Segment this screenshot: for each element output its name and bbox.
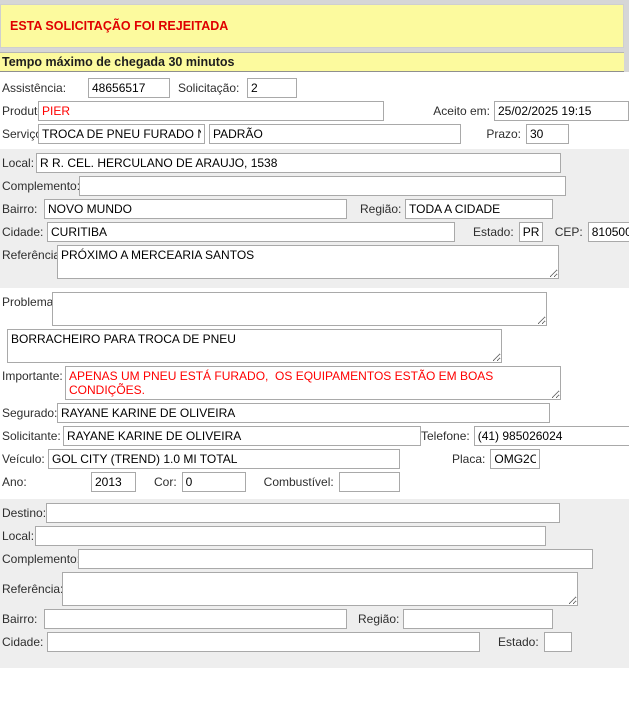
ano-label: Ano: [2, 475, 91, 489]
max-arrival-banner: Tempo máximo de chegada 30 minutos [0, 52, 624, 72]
servico-input[interactable] [38, 124, 205, 144]
combustivel-label: Combustível: [264, 475, 334, 489]
importante-textarea[interactable]: APENAS UM PNEU ESTÁ FURADO, OS EQUIPAMEN… [65, 366, 561, 400]
servico-tipo-input[interactable] [209, 124, 461, 144]
problema-textarea[interactable] [52, 292, 547, 326]
dest-bairro-input[interactable] [44, 609, 347, 629]
origin-estado-input[interactable] [519, 222, 543, 242]
combustivel-input[interactable] [339, 472, 400, 492]
dest-cidade-label: Cidade: [2, 635, 47, 649]
dest-local-label: Local: [2, 529, 35, 543]
origin-local-label: Local: [2, 156, 36, 170]
prazo-label: Prazo: [486, 127, 521, 141]
placa-label: Placa: [452, 452, 485, 466]
dest-cidade-input[interactable] [47, 632, 480, 652]
ano-input[interactable] [91, 472, 136, 492]
dest-regiao-input[interactable] [403, 609, 553, 629]
assistencia-label: Assistência: [2, 81, 88, 95]
aceito-em-input[interactable] [494, 101, 629, 121]
dest-bairro-label: Bairro: [2, 612, 44, 626]
cor-label: Cor: [154, 475, 177, 489]
origin-referencias-label: Referências: [2, 245, 57, 262]
origin-bairro-label: Bairro: [2, 202, 44, 216]
dest-referencia-textarea[interactable] [62, 572, 578, 606]
solicitante-input[interactable] [63, 426, 421, 446]
origin-cidade-label: Cidade: [2, 225, 47, 239]
rejected-banner: ESTA SOLICITAÇÃO FOI REJEITADA [0, 4, 624, 48]
veiculo-input[interactable] [48, 449, 400, 469]
placa-input[interactable] [490, 449, 540, 469]
prazo-input[interactable] [526, 124, 569, 144]
origin-estado-label: Estado: [473, 225, 514, 239]
telefone-input[interactable] [474, 426, 629, 446]
cor-input[interactable] [182, 472, 246, 492]
assistencia-input[interactable] [88, 78, 170, 98]
origin-section: Local: Complemento: Bairro: Região: Cida… [0, 149, 629, 288]
origin-local-input[interactable] [36, 153, 561, 173]
dest-complemento-input[interactable] [78, 549, 593, 569]
aceito-em-label: Aceito em: [433, 104, 490, 118]
produto-input[interactable] [38, 101, 384, 121]
destino-input[interactable] [46, 503, 560, 523]
solicitante-label: Solicitante: [2, 429, 63, 443]
segurado-label: Segurado: [2, 406, 57, 420]
origin-referencias-textarea[interactable]: PRÓXIMO A MERCEARIA SANTOS [57, 245, 559, 279]
produto-label: Produto: [2, 104, 38, 118]
solicitacao-label: Solicitação: [178, 81, 242, 95]
origin-regiao-label: Região: [360, 202, 400, 216]
veiculo-label: Veículo: [2, 452, 48, 466]
destination-section: Destino: Local: Complemento: Referência:… [0, 499, 629, 668]
telefone-label: Telefone: [421, 429, 470, 443]
details-section: Problema: BORRACHEIRO PARA TROCA DE PNEU… [0, 288, 629, 499]
banner-area: ESTA SOLICITAÇÃO FOI REJEITADA Tempo máx… [0, 0, 629, 72]
origin-bairro-input[interactable] [44, 199, 347, 219]
servico-label: Serviço: [2, 127, 38, 141]
segurado-input[interactable] [57, 403, 550, 423]
observacao-textarea[interactable]: BORRACHEIRO PARA TROCA DE PNEU [7, 329, 502, 363]
origin-complemento-input[interactable] [79, 176, 566, 196]
problema-label: Problema: [2, 292, 52, 309]
importante-label: Importante: [2, 366, 65, 383]
request-section: Assistência: Solicitação: Produto: Aceit… [0, 72, 629, 149]
origin-cidade-input[interactable] [47, 222, 455, 242]
origin-cep-label: CEP: [555, 225, 583, 239]
origin-complemento-label: Complemento: [2, 179, 79, 193]
solicitacao-input[interactable] [247, 78, 297, 98]
dest-estado-input[interactable] [544, 632, 572, 652]
dest-estado-label: Estado: [498, 635, 539, 649]
rejected-banner-text: ESTA SOLICITAÇÃO FOI REJEITADA [10, 19, 228, 33]
dest-complemento-label: Complemento: [2, 552, 78, 566]
max-arrival-text: Tempo máximo de chegada 30 minutos [2, 55, 234, 69]
origin-cep-input[interactable] [588, 222, 629, 242]
dest-local-input[interactable] [35, 526, 546, 546]
destino-label: Destino: [2, 506, 46, 520]
dest-referencia-label: Referência: [2, 582, 62, 596]
dest-regiao-label: Região: [358, 612, 398, 626]
origin-regiao-input[interactable] [405, 199, 553, 219]
